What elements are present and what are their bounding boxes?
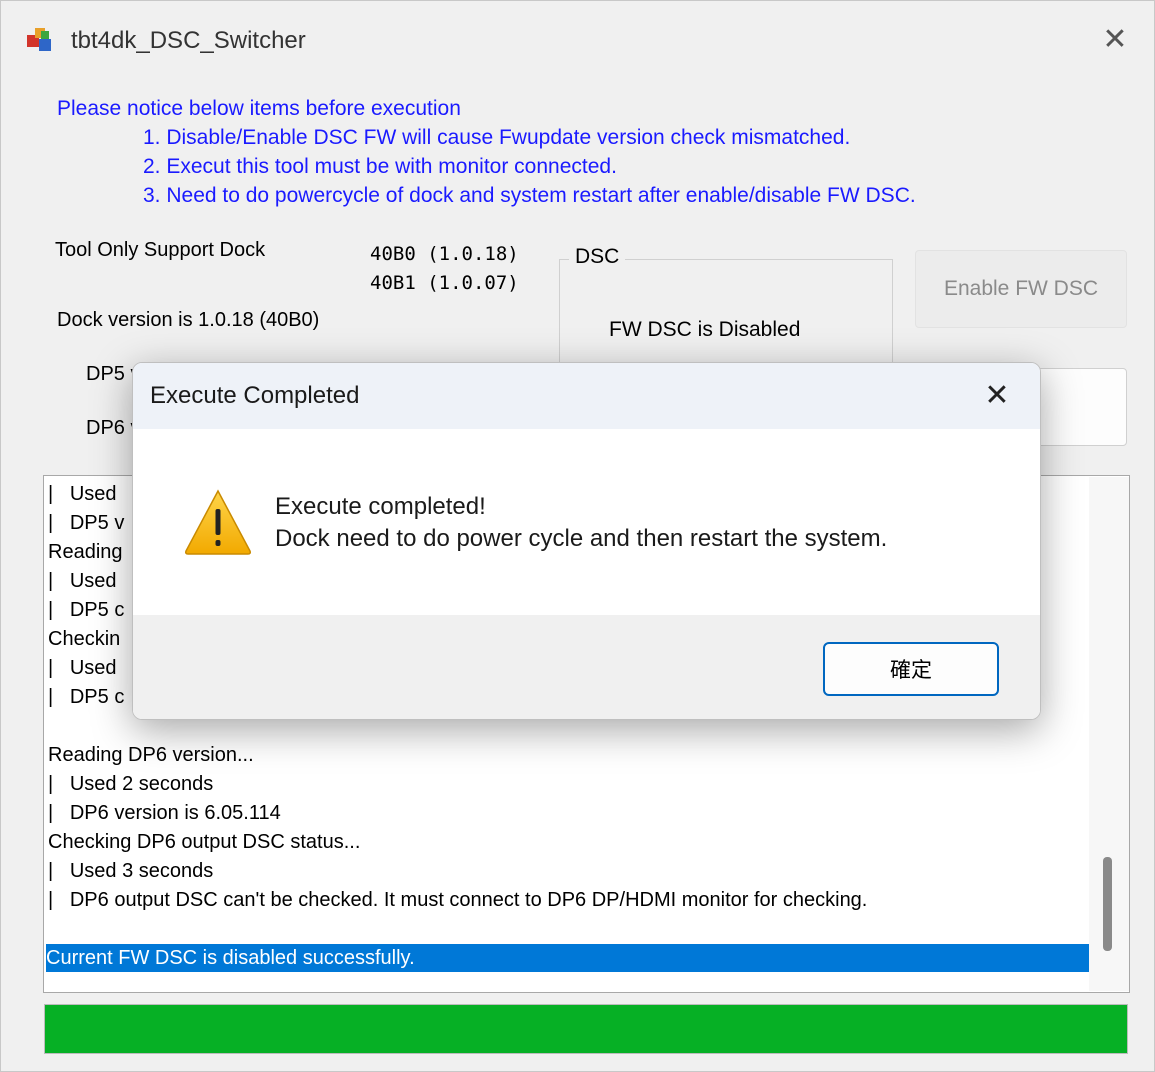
notice-heading: Please notice below items before executi…: [57, 97, 461, 120]
log-line[interactable]: Checkin: [48, 625, 120, 653]
dsc-group-legend: DSC: [569, 245, 626, 269]
support-dock-label: Tool Only Support Dock: [55, 239, 266, 261]
log-line[interactable]: | Used: [48, 654, 117, 682]
warning-icon: [185, 489, 251, 555]
dialog-title: Execute Completed: [150, 382, 360, 409]
notice-item: 1. Disable/Enable DSC FW will cause Fwup…: [143, 126, 851, 149]
dialog-message-line: Dock need to do power cycle and then res…: [275, 525, 888, 552]
app-icon: [27, 28, 51, 51]
window-title: tbt4dk_DSC_Switcher: [71, 27, 306, 54]
notice-item: 2. Execut this tool must be with monitor…: [143, 155, 617, 178]
progress-bar: [44, 1004, 1128, 1054]
log-line[interactable]: Reading: [48, 538, 123, 566]
dialog-message-line: Execute completed!: [275, 493, 486, 520]
dialog-ok-button[interactable]: 確定: [823, 642, 999, 696]
log-line[interactable]: Checking DP6 output DSC status...: [48, 828, 360, 856]
log-line[interactable]: | DP5 v: [48, 509, 124, 537]
log-line[interactable]: Reading DP6 version...: [48, 741, 254, 769]
log-line[interactable]: | DP5 c: [48, 596, 124, 624]
support-version-2: 40B1 (1.0.07): [370, 272, 519, 294]
log-line[interactable]: | Used: [48, 480, 117, 508]
dock-version-label: Dock version is 1.0.18 (40B0): [57, 309, 320, 331]
notice-block: Please notice below items before executi…: [57, 94, 916, 210]
log-line[interactable]: | DP6 output DSC can't be checked. It mu…: [48, 886, 867, 914]
log-line[interactable]: | DP6 version is 6.05.114: [48, 799, 281, 827]
log-line[interactable]: | Used 3 seconds: [48, 857, 213, 885]
enable-fw-dsc-button[interactable]: Enable FW DSC: [915, 250, 1127, 328]
log-line-selected[interactable]: Current FW DSC is disabled successfully.: [46, 944, 1090, 972]
progress-fill: [45, 1005, 1127, 1053]
log-line[interactable]: | Used 2 seconds: [48, 770, 213, 798]
notice-item: 3. Need to do powercycle of dock and sys…: [143, 184, 916, 207]
title-bar: tbt4dk_DSC_Switcher ✕: [1, 1, 1154, 81]
dialog-close-icon[interactable]: ✕: [974, 373, 1020, 419]
log-scrollbar-thumb[interactable]: [1103, 857, 1112, 951]
log-line[interactable]: | Used: [48, 567, 117, 595]
dialog-message: Execute completed! Dock need to do power…: [275, 491, 887, 555]
support-version-1: 40B0 (1.0.18): [370, 243, 519, 265]
window-close-icon[interactable]: ✕: [1090, 17, 1140, 63]
execute-completed-dialog: Execute Completed ✕ Execute completed! D…: [132, 362, 1041, 720]
dsc-status-text: FW DSC is Disabled: [609, 318, 801, 341]
log-line[interactable]: | DP5 c: [48, 683, 124, 711]
